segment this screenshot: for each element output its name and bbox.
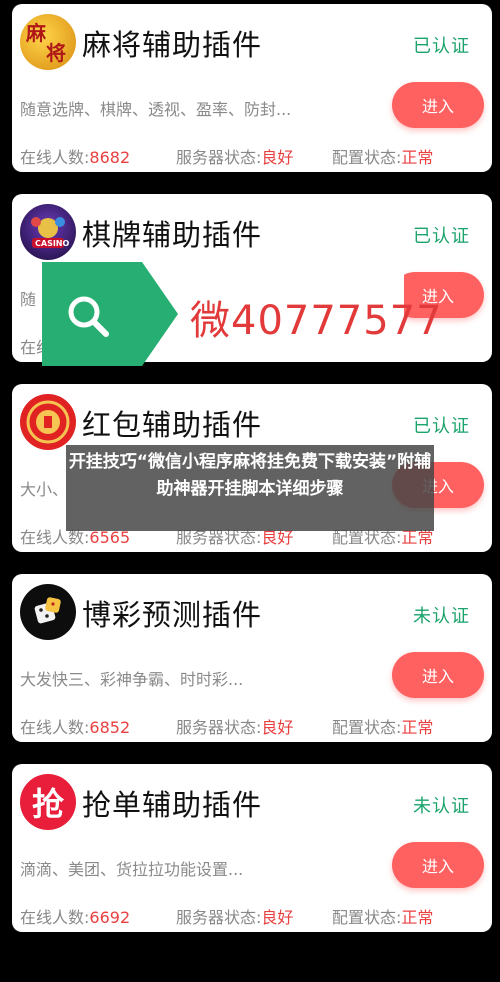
- card-stats: 在线人数:8682 服务器状态:良好 配置状态:正常: [20, 144, 484, 168]
- grab-order-icon: 抢: [20, 774, 76, 830]
- card-description: 大发快三、彩神争霸、时时彩...: [20, 670, 244, 689]
- card-title: 麻将辅助插件: [82, 28, 263, 62]
- verified-badge: 已认证: [413, 226, 470, 247]
- enter-button[interactable]: 进入: [392, 82, 484, 128]
- card-stats: 在线人数:6852 服务器状态:良好 配置状态:正常: [20, 714, 484, 738]
- search-banner-arrow: [142, 262, 178, 366]
- svg-text:将: 将: [46, 41, 66, 65]
- enter-button[interactable]: 进入: [392, 652, 484, 698]
- card-title: 博彩预测插件: [82, 598, 263, 632]
- card-description: 随: [20, 290, 37, 309]
- article-caption: 开挂技巧“微信小程序麻将挂免费下载安装”附辅助神器开挂脚本详细步骤: [66, 445, 434, 531]
- card-description: 滴滴、美团、货拉拉功能设置...: [20, 860, 244, 879]
- card-title: 抢单辅助插件: [82, 788, 263, 822]
- online-count: 在线人数:6852: [20, 718, 131, 737]
- card-stats: 在线人数:6692 服务器状态:良好 配置状态:正常: [20, 904, 484, 928]
- config-status: 配置状态:正常: [332, 718, 434, 737]
- card-description: 大小、: [20, 480, 69, 499]
- dice-icon: [20, 584, 76, 640]
- grab-order-icon-glyph: 抢: [31, 785, 64, 823]
- enter-button[interactable]: 进入: [392, 842, 484, 888]
- card-description: 随意选牌、棋牌、透视、盈率、防封...: [20, 100, 292, 119]
- online-count: 在线人数:6692: [20, 908, 131, 927]
- config-status: 配置状态:正常: [332, 908, 434, 927]
- search-overlay-banner: 微40777577: [42, 262, 442, 366]
- unverified-badge: 未认证: [413, 796, 470, 817]
- server-status: 服务器状态:良好: [176, 718, 294, 737]
- verified-badge: 已认证: [413, 416, 470, 437]
- config-status: 配置状态:正常: [332, 148, 434, 167]
- online-count: 在线人数:8682: [20, 148, 131, 167]
- card-title: 红包辅助插件: [82, 408, 263, 442]
- svg-text:麻: 麻: [25, 21, 47, 45]
- mahjong-logo-icon: 麻 将: [20, 14, 76, 70]
- plugin-card-grab-order: 抢 抢单辅助插件 未认证 滴滴、美团、货拉拉功能设置... 进入 在线人数:66…: [12, 764, 492, 932]
- server-status: 服务器状态:良好: [176, 148, 294, 167]
- svg-text:CASINO: CASINO: [35, 239, 69, 248]
- verified-badge: 已认证: [413, 36, 470, 57]
- plugin-card-lottery: 博彩预测插件 未认证 大发快三、彩神争霸、时时彩... 进入 在线人数:6852…: [12, 574, 492, 742]
- search-icon: [64, 292, 112, 340]
- unverified-badge: 未认证: [413, 606, 470, 627]
- red-envelope-icon: [20, 394, 76, 450]
- plugin-card-mahjong: 麻 将 麻将辅助插件 已认证 随意选牌、棋牌、透视、盈率、防封... 进入 在线…: [12, 4, 492, 172]
- search-banner-text: 微40777577: [190, 298, 443, 344]
- server-status: 服务器状态:良好: [176, 908, 294, 927]
- card-title: 棋牌辅助插件: [82, 218, 263, 252]
- casino-logo-icon: CASINO: [20, 204, 76, 260]
